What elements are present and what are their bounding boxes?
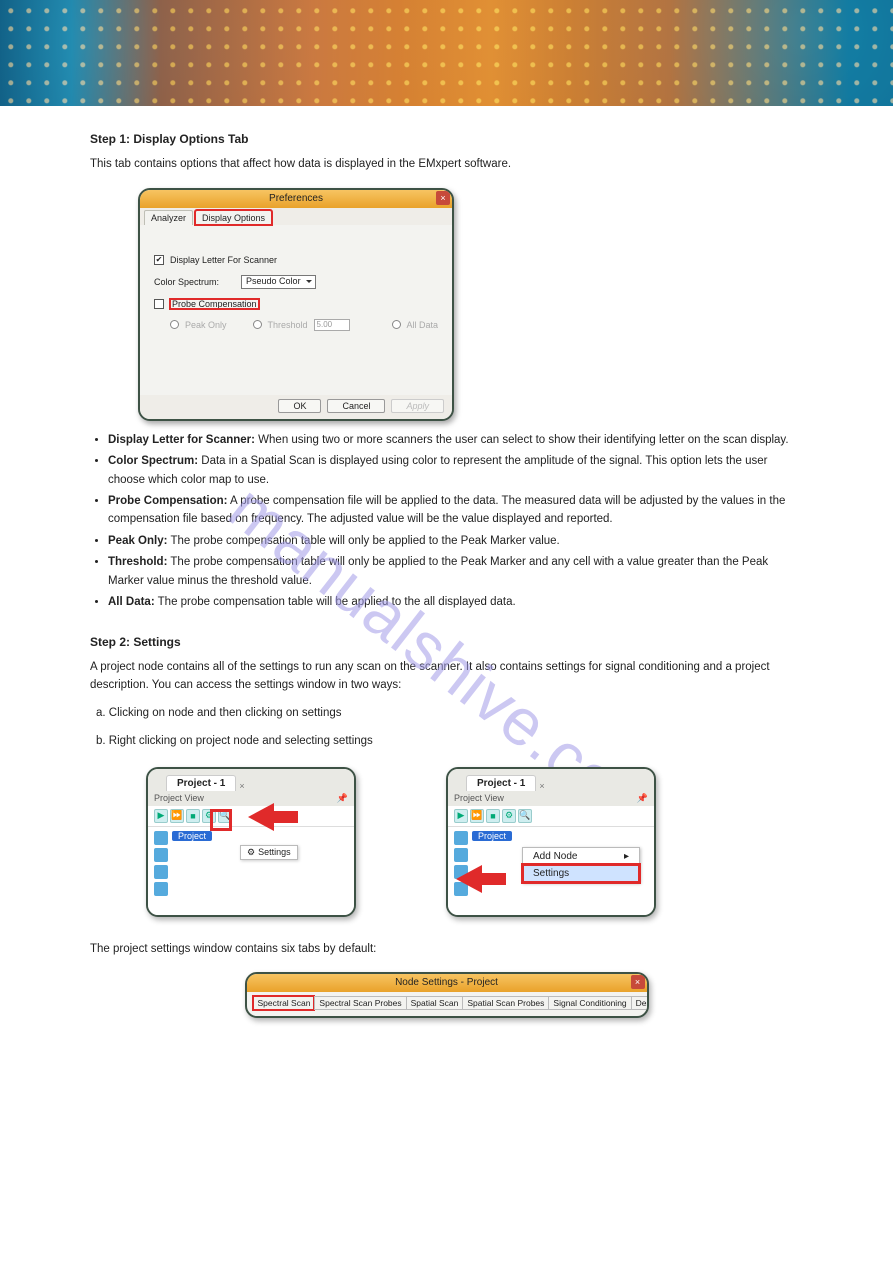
tabs-intro: The project settings window contains six… bbox=[90, 941, 803, 959]
label-probe-compensation: Probe Compensation bbox=[170, 299, 259, 309]
radio-all-data[interactable] bbox=[392, 320, 401, 329]
project-tab[interactable]: Project - 1 bbox=[466, 775, 536, 791]
label-threshold: Threshold bbox=[268, 320, 308, 330]
tab-spectral-scan-probes[interactable]: Spectral Scan Probes bbox=[314, 996, 405, 1010]
bullet-item: Peak Only: The probe compensation table … bbox=[108, 532, 803, 550]
settings-icon[interactable]: ⚙ bbox=[502, 809, 516, 823]
tab-spectral-scan[interactable]: Spectral Scan bbox=[253, 996, 315, 1010]
header-banner bbox=[0, 0, 893, 106]
step2-heading: Step 2: Settings bbox=[90, 635, 803, 649]
label-peak-only: Peak Only bbox=[185, 320, 227, 330]
pin-icon[interactable]: 📌 bbox=[637, 793, 648, 804]
close-tab-icon[interactable]: × bbox=[539, 781, 549, 791]
preferences-dialog: Preferences × Analyzer Display Options ✔… bbox=[138, 188, 454, 421]
step2-intro: A project node contains all of the setti… bbox=[90, 659, 803, 695]
fastforward-icon[interactable]: ⏩ bbox=[470, 809, 484, 823]
step1-heading: Step 1: Display Options Tab bbox=[90, 132, 803, 146]
project-tab[interactable]: Project - 1 bbox=[166, 775, 236, 791]
preferences-title: Preferences bbox=[269, 193, 323, 204]
bullet-item: All Data: The probe compensation table w… bbox=[108, 593, 803, 611]
tab-analyzer[interactable]: Analyzer bbox=[144, 210, 193, 225]
checkbox-display-letter[interactable]: ✔ bbox=[154, 255, 164, 265]
project-view-label: Project View bbox=[154, 793, 204, 804]
node-settings-title: Node Settings - Project bbox=[395, 977, 498, 988]
label-display-letter: Display Letter For Scanner bbox=[170, 255, 277, 265]
project-view-label: Project View bbox=[454, 793, 504, 804]
ctx-settings[interactable]: Settings bbox=[523, 865, 639, 882]
radio-threshold[interactable] bbox=[253, 320, 262, 329]
tab-signal-conditioning[interactable]: Signal Conditioning bbox=[548, 996, 630, 1010]
close-tab-icon[interactable]: × bbox=[239, 781, 249, 791]
side-icon[interactable] bbox=[154, 882, 168, 896]
bullet-item: Display Letter for Scanner: When using t… bbox=[108, 431, 803, 449]
option-b: b. Right clicking on project node and se… bbox=[96, 733, 803, 751]
side-icon[interactable] bbox=[454, 831, 468, 845]
bullet-item: Probe Compensation: A probe compensation… bbox=[108, 492, 803, 529]
close-icon[interactable]: × bbox=[436, 191, 450, 205]
tab-display-options[interactable]: Display Options bbox=[195, 210, 272, 225]
threshold-input[interactable]: 5.00 bbox=[314, 319, 350, 331]
side-icon[interactable] bbox=[154, 831, 168, 845]
fastforward-icon[interactable]: ⏩ bbox=[170, 809, 184, 823]
settings-tooltip: ⚙Settings bbox=[240, 845, 298, 860]
stop-icon[interactable]: ■ bbox=[486, 809, 500, 823]
stop-icon[interactable]: ■ bbox=[186, 809, 200, 823]
arrow-icon bbox=[234, 803, 274, 831]
tab-spatial-scan[interactable]: Spatial Scan bbox=[406, 996, 463, 1010]
project-view-screenshot-b: Project - 1 × Project View 📌 ▶ ⏩ ■ ⚙ 🔍 bbox=[446, 767, 656, 917]
option-a: a. Clicking on node and then clicking on… bbox=[96, 705, 803, 723]
project-view-screenshot-a: Project - 1 × Project View📌 ▶ ⏩ ■ ⚙ 🔍 bbox=[146, 767, 356, 917]
step1-intro: This tab contains options that affect ho… bbox=[90, 156, 803, 174]
pin-icon[interactable]: 📌 bbox=[337, 793, 348, 804]
tab-spatial-scan-probes[interactable]: Spatial Scan Probes bbox=[462, 996, 548, 1010]
label-color-spectrum: Color Spectrum: bbox=[154, 277, 219, 287]
side-icon[interactable] bbox=[454, 848, 468, 862]
ctx-add-node[interactable]: Add Node▸ bbox=[523, 848, 639, 865]
arrow-icon bbox=[446, 865, 482, 893]
select-color-spectrum[interactable]: Pseudo Color bbox=[241, 275, 316, 289]
bullet-item: Color Spectrum: Data in a Spatial Scan i… bbox=[108, 452, 803, 489]
zoom-icon[interactable]: 🔍 bbox=[518, 809, 532, 823]
tab-description[interactable]: Description bbox=[631, 996, 649, 1010]
play-icon[interactable]: ▶ bbox=[454, 809, 468, 823]
radio-peak-only[interactable] bbox=[170, 320, 179, 329]
context-menu: Add Node▸ Settings bbox=[522, 847, 640, 883]
apply-button[interactable]: Apply bbox=[391, 399, 444, 413]
play-icon[interactable]: ▶ bbox=[154, 809, 168, 823]
close-icon[interactable]: × bbox=[631, 975, 645, 989]
ok-button[interactable]: OK bbox=[278, 399, 321, 413]
highlight-box bbox=[210, 809, 232, 831]
gear-icon: ⚙ bbox=[247, 847, 255, 858]
chevron-right-icon: ▸ bbox=[624, 851, 629, 862]
side-icon[interactable] bbox=[154, 865, 168, 879]
checkbox-probe-compensation[interactable] bbox=[154, 299, 164, 309]
side-icon[interactable] bbox=[154, 848, 168, 862]
preferences-titlebar: Preferences × bbox=[140, 190, 452, 208]
project-node[interactable]: Project bbox=[172, 831, 212, 841]
cancel-button[interactable]: Cancel bbox=[327, 399, 385, 413]
node-settings-dialog: Node Settings - Project × Spectral Scan … bbox=[245, 972, 649, 1018]
project-node[interactable]: Project bbox=[472, 831, 512, 841]
bullet-item: Threshold: The probe compensation table … bbox=[108, 553, 803, 590]
display-options-bullets: Display Letter for Scanner: When using t… bbox=[108, 431, 803, 612]
label-all-data: All Data bbox=[407, 320, 439, 330]
